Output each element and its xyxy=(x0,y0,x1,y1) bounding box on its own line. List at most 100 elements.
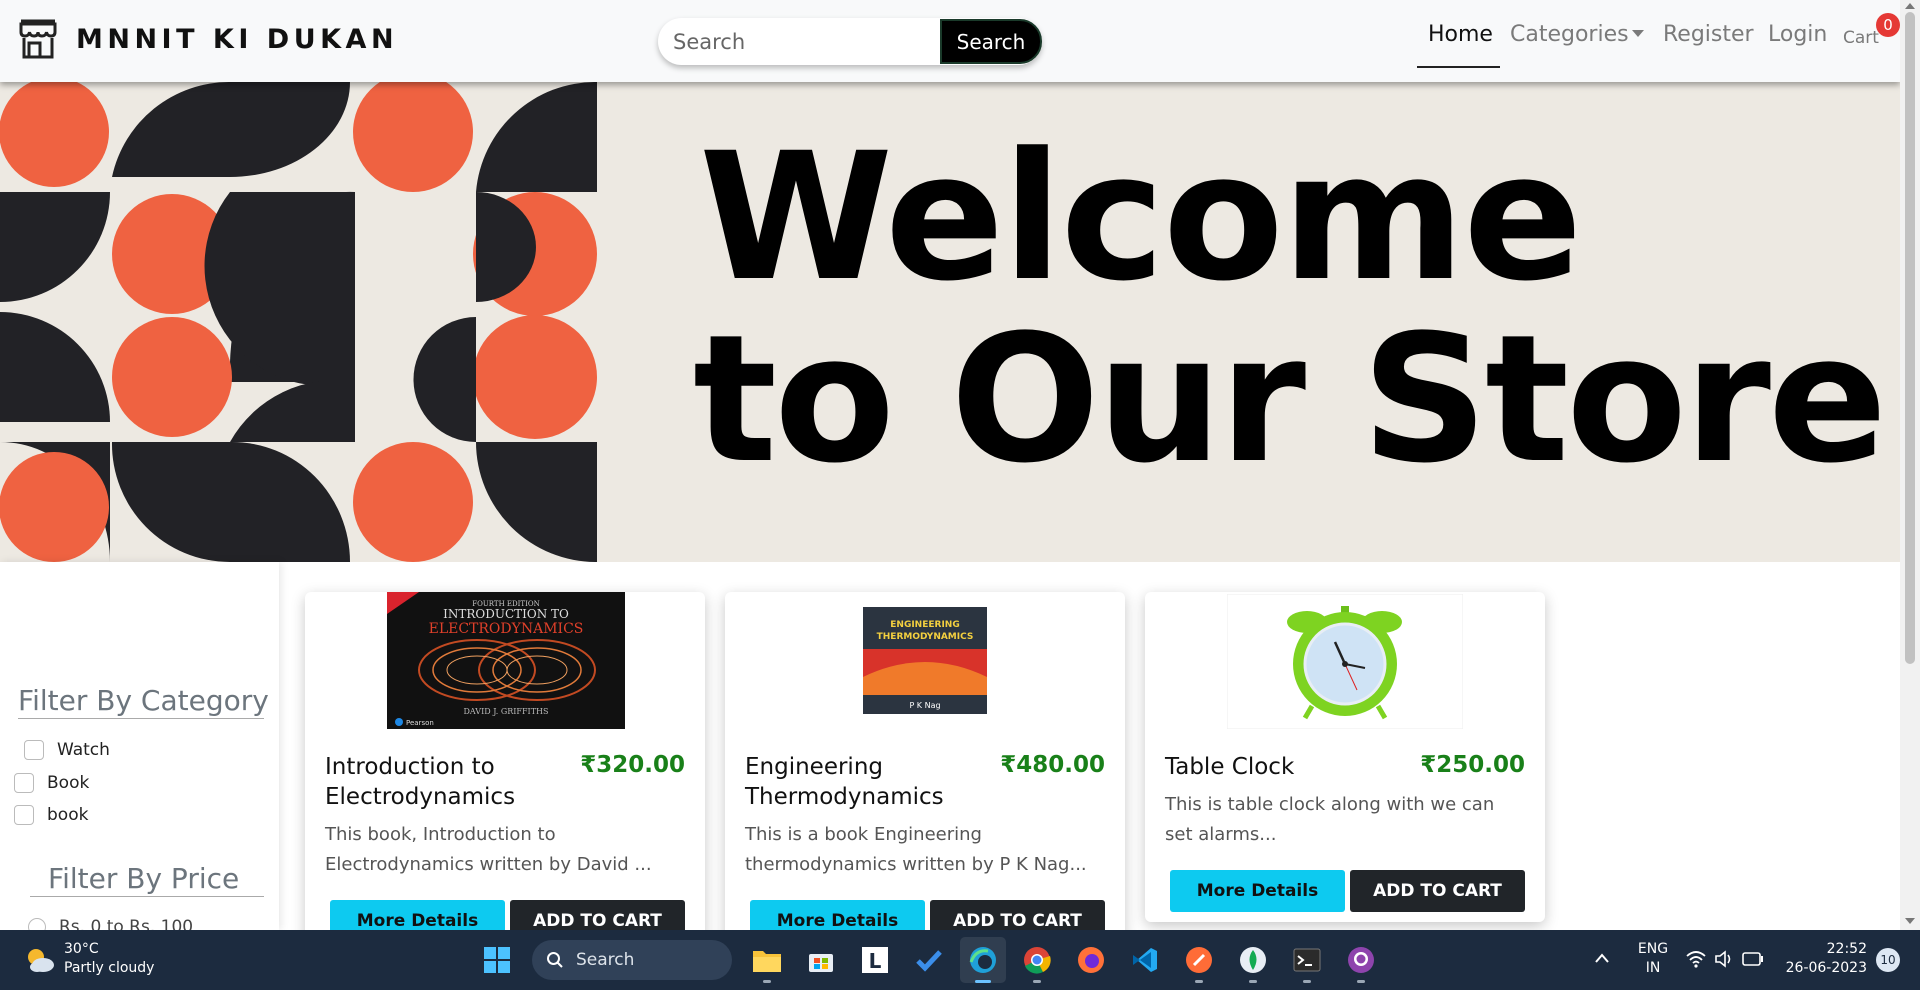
add-to-cart-button[interactable]: ADD TO CART xyxy=(1350,870,1525,912)
postman-icon xyxy=(1186,947,1212,973)
filter-category-label: book xyxy=(47,805,89,825)
product-title[interactable]: Introduction to Electrodynamics xyxy=(325,752,565,812)
taskbar-edge[interactable] xyxy=(960,937,1006,983)
github-icon xyxy=(1348,947,1374,973)
clock-date: 26-06-2023 xyxy=(1785,960,1867,976)
svg-text:L: L xyxy=(869,949,882,973)
add-to-cart-button[interactable]: ADD TO CART xyxy=(510,900,685,930)
search-button[interactable]: Search xyxy=(940,19,1042,64)
brand-name: MNNIT KI DUKAN xyxy=(76,23,399,55)
chevron-up-icon[interactable] xyxy=(1594,952,1610,964)
store-bag-icon xyxy=(809,954,833,972)
cover-text: DAVID J. GRIFFITHS xyxy=(464,707,549,716)
search-icon xyxy=(547,952,563,968)
checkbox[interactable] xyxy=(14,773,34,793)
taskbar-vscode[interactable] xyxy=(1122,937,1168,983)
taskbar-mongodb-compass[interactable] xyxy=(1230,937,1276,983)
taskbar-search-label: Search xyxy=(576,950,635,970)
taskbar-todo[interactable] xyxy=(906,937,952,983)
hero-banner: Welcome to Our Store xyxy=(0,82,1900,562)
taskbar-file-explorer[interactable] xyxy=(744,937,790,983)
checkbox[interactable] xyxy=(24,740,44,760)
weather-temp: 30°C xyxy=(64,941,99,957)
store-icon xyxy=(19,19,57,59)
filter-sidebar: Filter By Category Watch Book book Filte… xyxy=(0,562,279,930)
nav-login-link[interactable]: Login xyxy=(1768,22,1827,47)
nav-categories-dropdown[interactable]: Categories xyxy=(1510,22,1644,47)
taskbar-terminal[interactable] xyxy=(1284,937,1330,983)
banner-line-1: Welcome xyxy=(699,115,1583,320)
terminal-icon xyxy=(1293,948,1321,972)
filter-price-option[interactable]: Rs. 0 to Rs. 100 xyxy=(28,917,193,930)
product-price: ₹320.00 xyxy=(580,752,685,778)
firefox-icon xyxy=(1078,947,1104,973)
taskbar-app-l[interactable]: L xyxy=(852,937,898,983)
product-description: This book, Introduction to Electrodynami… xyxy=(325,824,652,875)
banner-heading: Welcome to Our Store xyxy=(693,115,1887,502)
filter-category-label: Book xyxy=(47,773,90,793)
vscode-icon xyxy=(1133,948,1157,972)
chrome-icon xyxy=(1024,947,1051,974)
product-price: ₹480.00 xyxy=(1000,752,1105,778)
partly-cloudy-icon xyxy=(28,949,54,972)
product-image-table-clock[interactable] xyxy=(1227,594,1463,729)
cover-text: P K Nag xyxy=(909,701,940,710)
more-details-button[interactable]: More Details xyxy=(750,900,925,930)
l-app-icon: L xyxy=(862,947,888,973)
clock-time: 22:52 xyxy=(1826,941,1867,957)
filter-category-watch[interactable]: Watch xyxy=(24,740,110,760)
taskbar-firefox[interactable] xyxy=(1068,937,1114,983)
battery-icon[interactable] xyxy=(1742,952,1764,966)
scroll-down-arrow-icon[interactable] xyxy=(1905,918,1915,924)
cover-text: Pearson xyxy=(406,719,434,727)
product-image-thermodynamics[interactable]: ENGINEERING THERMODYNAMICS P K Nag xyxy=(863,607,987,714)
nav-categories-label: Categories xyxy=(1510,22,1629,47)
product-card: Table Clock ₹250.00 This is table clock … xyxy=(1145,592,1545,922)
taskbar-postman[interactable] xyxy=(1176,937,1222,983)
more-details-button[interactable]: More Details xyxy=(330,900,505,930)
filter-category-book[interactable]: Book xyxy=(14,773,89,793)
taskbar-chrome[interactable] xyxy=(1014,937,1060,983)
product-title[interactable]: Table Clock xyxy=(1165,752,1405,782)
scrollbar-thumb[interactable] xyxy=(1905,12,1915,664)
browser-viewport: MNNIT KI DUKAN Search Home Categories Re… xyxy=(0,0,1900,930)
nav-home-link[interactable]: Home xyxy=(1428,22,1493,47)
add-to-cart-button[interactable]: ADD TO CART xyxy=(930,900,1105,930)
nav-register-link[interactable]: Register xyxy=(1663,22,1754,47)
product-price: ₹250.00 xyxy=(1420,752,1525,778)
nav-cart-link[interactable]: Cart xyxy=(1843,28,1879,48)
language-indicator[interactable]: ENG IN xyxy=(1633,940,1673,978)
filter-category-label: Watch xyxy=(57,740,110,760)
more-details-button[interactable]: More Details xyxy=(1170,870,1345,912)
banner-line-2: to Our Store xyxy=(693,297,1887,502)
search-form: Search xyxy=(658,18,1042,65)
volume-icon[interactable] xyxy=(1714,950,1734,968)
radio-button[interactable] xyxy=(28,918,46,930)
windows-logo-icon xyxy=(484,947,510,973)
search-input[interactable] xyxy=(658,18,940,65)
taskbar-clock[interactable]: 22:52 26-06-2023 xyxy=(1785,940,1867,978)
brand[interactable]: MNNIT KI DUKAN xyxy=(18,18,398,60)
filter-category-book-lower[interactable]: book xyxy=(14,805,88,825)
product-card: ENGINEERING THERMODYNAMICS P K Nag Engin… xyxy=(725,592,1125,930)
wifi-icon[interactable] xyxy=(1686,950,1706,968)
banner-geometric-art xyxy=(0,82,597,562)
notification-badge[interactable]: 10 xyxy=(1876,948,1900,972)
filter-price-label: Rs. 0 to Rs. 100 xyxy=(59,917,194,930)
taskbar-store[interactable] xyxy=(798,937,844,983)
checkbox[interactable] xyxy=(14,805,34,825)
product-title[interactable]: Engineering Thermodynamics xyxy=(745,752,985,812)
filter-price-title: Filter By Price xyxy=(30,862,264,897)
navbar: MNNIT KI DUKAN Search Home Categories Re… xyxy=(0,0,1900,82)
start-button[interactable] xyxy=(474,937,520,983)
taskbar-github-desktop[interactable] xyxy=(1338,937,1384,983)
page-scrollbar[interactable] xyxy=(1900,0,1920,930)
cover-text: ENGINEERING xyxy=(890,620,959,630)
product-image-electrodynamics[interactable]: FOURTH EDITION INTRODUCTION TO ELECTRODY… xyxy=(387,592,625,729)
weather-widget[interactable]: 30°C Partly cloudy xyxy=(24,940,154,978)
taskbar-search[interactable]: Search xyxy=(532,940,732,980)
scroll-up-arrow-icon[interactable] xyxy=(1905,3,1915,9)
product-card: FOURTH EDITION INTRODUCTION TO ELECTRODY… xyxy=(305,592,705,930)
windows-taskbar: 30°C Partly cloudy Search L ENG IN 22:52… xyxy=(0,930,1920,990)
folder-icon xyxy=(753,951,781,972)
